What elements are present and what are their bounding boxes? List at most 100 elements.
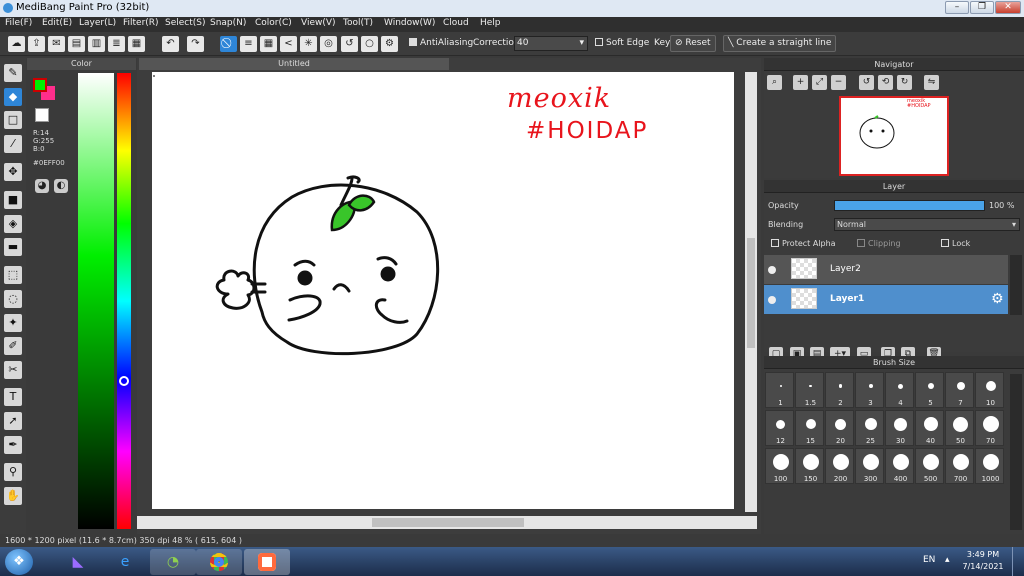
radiation-snap-icon[interactable]: ✳	[300, 36, 317, 52]
brush-size-option[interactable]: 7	[945, 372, 974, 408]
select-eraser-tool-icon[interactable]: ✂	[4, 361, 22, 379]
move-tool-icon[interactable]: ✥	[4, 163, 22, 181]
saturation-value-slider[interactable]	[78, 73, 114, 529]
curve-snap-icon[interactable]: ↺	[341, 36, 358, 52]
lasso-tool-icon[interactable]: ◌	[4, 290, 22, 308]
rotate-left-icon[interactable]: ↺	[859, 75, 874, 90]
menu-snap[interactable]: Snap(N)	[210, 18, 246, 28]
menu-color[interactable]: Color(C)	[255, 18, 292, 28]
eraser-tool-icon[interactable]: ◆	[4, 88, 22, 106]
protect-alpha-checkbox[interactable]: Protect Alpha	[771, 239, 836, 248]
eye-icon[interactable]	[768, 266, 776, 274]
hand-tool-icon[interactable]: ✋	[4, 487, 22, 505]
antialiasing-checkbox[interactable]: AntiAliasing	[409, 38, 473, 48]
brush-size-option[interactable]: 70	[975, 410, 1004, 446]
clock[interactable]: 3:49 PM 7/14/2021	[958, 549, 1008, 573]
menu-layer[interactable]: Layer(L)	[79, 18, 116, 28]
rotate-right-icon[interactable]: ↻	[897, 75, 912, 90]
menu-help[interactable]: Help	[480, 18, 501, 28]
hue-slider-marker[interactable]	[119, 376, 129, 386]
brush-size-option[interactable]: 1	[765, 372, 794, 408]
app-green-icon[interactable]: ◔	[150, 549, 196, 575]
close-button[interactable]: ✕	[995, 1, 1021, 14]
brush-size-option[interactable]: 1000	[975, 448, 1004, 484]
maximize-button[interactable]: ❐	[970, 1, 994, 14]
parallel-snap-icon[interactable]: ≡	[240, 36, 257, 52]
brush-size-option[interactable]: 1.5	[795, 372, 824, 408]
undo-icon[interactable]: ↶	[162, 36, 179, 52]
tray-arrow-icon[interactable]: ▴	[945, 555, 950, 565]
gradient-tool-icon[interactable]: ▬	[4, 238, 22, 256]
circle-snap-icon[interactable]: ◎	[320, 36, 337, 52]
visual-studio-icon[interactable]: ◣	[55, 549, 101, 575]
fit-icon[interactable]: ⤢	[812, 75, 827, 90]
medibang-icon[interactable]	[244, 549, 290, 575]
brush-size-option[interactable]: 25	[855, 410, 884, 446]
menu-cloud[interactable]: Cloud	[443, 18, 469, 28]
text-tool-icon[interactable]: T	[4, 388, 22, 406]
comment-icon[interactable]: ✉	[48, 36, 65, 52]
chrome-icon[interactable]	[196, 549, 242, 575]
start-button[interactable]: ❖	[5, 549, 33, 575]
menu-filter[interactable]: Filter(R)	[123, 18, 159, 28]
foreground-color-swatch[interactable]	[33, 78, 47, 92]
layer-row-layer2[interactable]: Layer2	[764, 255, 1008, 284]
brush-size-option[interactable]: 200	[825, 448, 854, 484]
list-icon[interactable]: ≣	[108, 36, 125, 52]
reset-rotation-icon[interactable]: ⟲	[878, 75, 893, 90]
create-straight-line-button[interactable]: ╲ Create a straight line	[723, 35, 837, 52]
rectangle-tool-icon[interactable]: □	[4, 111, 22, 129]
cloud-icon[interactable]: ☁	[8, 36, 25, 52]
zoom-icon[interactable]: ⌕	[767, 75, 782, 90]
menu-window[interactable]: Window(W)	[384, 18, 435, 28]
magic-wand-tool-icon[interactable]: ✦	[4, 314, 22, 332]
menu-view[interactable]: View(V)	[301, 18, 336, 28]
clipping-checkbox[interactable]: Clipping	[857, 239, 901, 248]
brush-size-option[interactable]: 5	[915, 372, 944, 408]
brush-tool-icon[interactable]: ✎	[4, 64, 22, 82]
horizontal-scroll-thumb[interactable]	[372, 518, 524, 527]
language-indicator[interactable]: EN	[923, 555, 935, 565]
navigator-preview[interactable]: meoxik #HOIDAP	[839, 96, 949, 176]
internet-explorer-icon[interactable]: e	[102, 549, 148, 575]
brush-size-option[interactable]: 100	[765, 448, 794, 484]
settings-gear-icon[interactable]: ⚙	[381, 36, 398, 52]
reset-button[interactable]: ⊘ Reset	[670, 35, 716, 52]
brush-size-option[interactable]: 150	[795, 448, 824, 484]
grid-snap-icon[interactable]: ▦	[260, 36, 277, 52]
hue-slider[interactable]	[117, 73, 131, 529]
redo-icon[interactable]: ↷	[187, 36, 204, 52]
grid-icon[interactable]: ▦	[128, 36, 145, 52]
flip-icon[interactable]: ⇋	[924, 75, 939, 90]
brush-size-option[interactable]: 400	[885, 448, 914, 484]
zoom-in-icon[interactable]: +	[793, 75, 808, 90]
palette-icon[interactable]: ◕	[35, 179, 49, 193]
brush-size-option[interactable]: 12	[765, 410, 794, 446]
document-tab[interactable]: Untitled	[139, 58, 449, 70]
snap-off-icon[interactable]: ⃠	[220, 36, 237, 52]
message-icon[interactable]: ▤	[68, 36, 85, 52]
eyedropper-tool-icon[interactable]: ⚲	[4, 463, 22, 481]
brush-size-option[interactable]: 20	[825, 410, 854, 446]
brush-size-option[interactable]: 3	[855, 372, 884, 408]
brush-size-option[interactable]: 4	[885, 372, 914, 408]
minimize-button[interactable]: –	[945, 1, 969, 14]
brush-size-option[interactable]: 2	[825, 372, 854, 408]
dot-pen-tool-icon[interactable]: ⁄	[4, 135, 22, 153]
blending-dropdown[interactable]: Normal ▾	[834, 218, 1020, 231]
select-tool-icon[interactable]: ⬚	[4, 266, 22, 284]
ellipse-snap-icon[interactable]: ○	[361, 36, 378, 52]
lock-checkbox[interactable]: Lock	[941, 239, 970, 248]
brush-size-option[interactable]: 40	[915, 410, 944, 446]
color-wheel-icon[interactable]: ◐	[54, 179, 68, 193]
soft-edge-checkbox[interactable]: Soft Edge	[595, 38, 649, 48]
layer-row-layer1[interactable]: Layer1 ⚙	[764, 285, 1008, 314]
brush-size-option[interactable]: 15	[795, 410, 824, 446]
vertical-scroll-thumb[interactable]	[747, 238, 755, 348]
operation-tool-icon[interactable]: ➚	[4, 412, 22, 430]
radial-snap-icon[interactable]: <	[280, 36, 297, 52]
fill-rect-tool-icon[interactable]: ■	[4, 191, 22, 209]
menu-file[interactable]: File(F)	[5, 18, 32, 28]
transparent-color-swatch[interactable]	[35, 108, 49, 122]
zoom-out-icon[interactable]: −	[831, 75, 846, 90]
